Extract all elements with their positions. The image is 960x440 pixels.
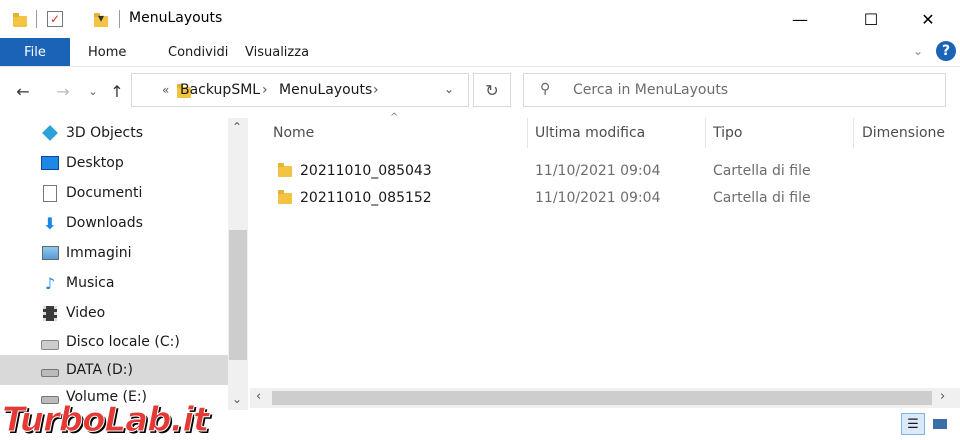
music-icon: ♪	[44, 273, 56, 293]
breadcrumb-overflow-icon[interactable]: «	[162, 83, 169, 97]
forward-arrow-icon[interactable]: →	[52, 78, 74, 104]
sidebar-item-label: 3D Objects	[66, 125, 144, 141]
scroll-up-arrow-icon[interactable]: ⌃	[232, 120, 242, 134]
window-title: MenuLayouts	[129, 10, 223, 26]
file-type: Cartella di file	[713, 190, 811, 206]
scroll-down-arrow-icon[interactable]: ⌄	[232, 392, 242, 406]
folder-icon	[278, 190, 292, 204]
ribbon	[0, 38, 960, 66]
sort-ascending-icon: ^	[390, 112, 399, 123]
sidebar-item-downloads[interactable]: ⬇ Downloads	[0, 208, 228, 238]
sidebar-scrollbar-thumb[interactable]	[229, 230, 247, 360]
desktop-icon	[40, 153, 60, 173]
file-name: 20211010_085043	[300, 163, 432, 179]
file-name: 20211010_085152	[300, 190, 432, 206]
refresh-button[interactable]: ↻	[473, 73, 511, 107]
sidebar-item-label: Musica	[66, 275, 115, 291]
sidebar-item-label: Downloads	[66, 215, 143, 231]
sidebar-item-disco-locale-c[interactable]: Disco locale (C:)	[0, 327, 228, 357]
scroll-left-arrow-icon[interactable]: ‹	[256, 389, 261, 404]
maximize-icon: ☐	[863, 9, 879, 29]
sidebar-item-desktop[interactable]: Desktop	[0, 148, 228, 178]
scroll-right-arrow-icon[interactable]: ›	[940, 389, 945, 404]
quick-access-dropdown-icon[interactable]: ▾	[98, 11, 104, 25]
large-icons-view-icon	[933, 419, 947, 429]
drive-icon	[40, 360, 60, 380]
sidebar-item-label: Disco locale (C:)	[66, 334, 180, 350]
back-arrow-icon[interactable]: ←	[12, 78, 34, 104]
large-icons-view-button[interactable]	[928, 413, 952, 435]
column-header-size[interactable]: Dimensione	[862, 118, 945, 148]
sidebar-item-musica[interactable]: ♪ Musica	[0, 268, 228, 298]
sidebar-item-label: Documenti	[66, 185, 143, 201]
tab-visualizza[interactable]: Visualizza	[245, 38, 309, 66]
search-icon: ⚲	[540, 81, 551, 97]
title-separator	[119, 10, 120, 28]
tab-file[interactable]: File	[0, 38, 70, 66]
video-icon	[40, 303, 60, 323]
minimize-icon: —	[792, 9, 808, 29]
file-modified: 11/10/2021 09:04	[535, 163, 661, 179]
details-view-icon: ☰	[907, 416, 919, 432]
tab-home[interactable]: Home	[88, 38, 126, 66]
sidebar-item-label: Video	[66, 305, 106, 321]
documents-icon	[40, 183, 60, 203]
properties-checkmark-icon[interactable]: ✓	[47, 11, 63, 27]
column-separator[interactable]	[705, 118, 706, 148]
folder-icon	[278, 163, 292, 177]
maximize-button[interactable]: ☐	[848, 0, 894, 38]
horizontal-scrollbar-thumb[interactable]	[272, 391, 932, 405]
tab-condividi[interactable]: Condividi	[168, 38, 228, 66]
column-header-modified[interactable]: Ultima modifica	[535, 118, 645, 148]
column-separator[interactable]	[527, 118, 528, 148]
minimize-button[interactable]: —	[777, 0, 823, 38]
sidebar-item-immagini[interactable]: Immagini	[0, 238, 228, 268]
sidebar-item-label: Immagini	[66, 245, 132, 261]
sidebar-item-documenti[interactable]: Documenti	[0, 178, 228, 208]
sidebar-item-video[interactable]: Video	[0, 298, 228, 328]
file-modified: 11/10/2021 09:04	[535, 190, 661, 206]
pictures-icon	[40, 243, 60, 263]
breadcrumb-separator[interactable]: ›	[262, 82, 268, 98]
3d-objects-icon	[40, 123, 60, 143]
watermark-logo: TurboLab.it	[1, 400, 209, 440]
column-header-type[interactable]: Tipo	[713, 118, 742, 148]
title-separator	[36, 10, 37, 28]
search-input[interactable]: Cerca in MenuLayouts	[573, 82, 728, 98]
help-icon[interactable]: ?	[936, 41, 956, 61]
downloads-icon: ⬇	[43, 213, 57, 233]
close-button[interactable]: ✕	[905, 0, 951, 38]
address-dropdown-icon[interactable]: ⌄	[444, 82, 454, 96]
recent-locations-chevron-icon[interactable]: ⌄	[82, 78, 104, 104]
up-arrow-icon[interactable]: ↑	[106, 78, 128, 104]
sidebar-item-data-d[interactable]: DATA (D:)	[0, 355, 228, 385]
table-row[interactable]: 20211010_085152 11/10/2021 09:04 Cartell…	[270, 185, 950, 211]
breadcrumb-separator[interactable]: ›	[373, 82, 379, 98]
column-separator[interactable]	[853, 118, 854, 148]
sidebar-item-3d-objects[interactable]: 3D Objects	[0, 118, 228, 148]
ribbon-expand-icon[interactable]: ⌄	[913, 44, 923, 58]
folder-icon	[13, 13, 27, 27]
breadcrumb-menulayouts[interactable]: MenuLayouts	[279, 82, 372, 98]
sidebar-item-label: DATA (D:)	[66, 362, 133, 378]
file-type: Cartella di file	[713, 163, 811, 179]
close-icon: ✕	[921, 9, 935, 29]
local-disk-icon	[40, 332, 60, 352]
details-view-button[interactable]: ☰	[901, 413, 925, 435]
breadcrumb-backupsml[interactable]: BackupSML	[180, 82, 260, 98]
table-row[interactable]: 20211010_085043 11/10/2021 09:04 Cartell…	[270, 158, 950, 184]
column-header-name[interactable]: Nome	[273, 118, 314, 148]
sidebar-item-label: Desktop	[66, 155, 124, 171]
refresh-icon: ↻	[485, 80, 499, 100]
